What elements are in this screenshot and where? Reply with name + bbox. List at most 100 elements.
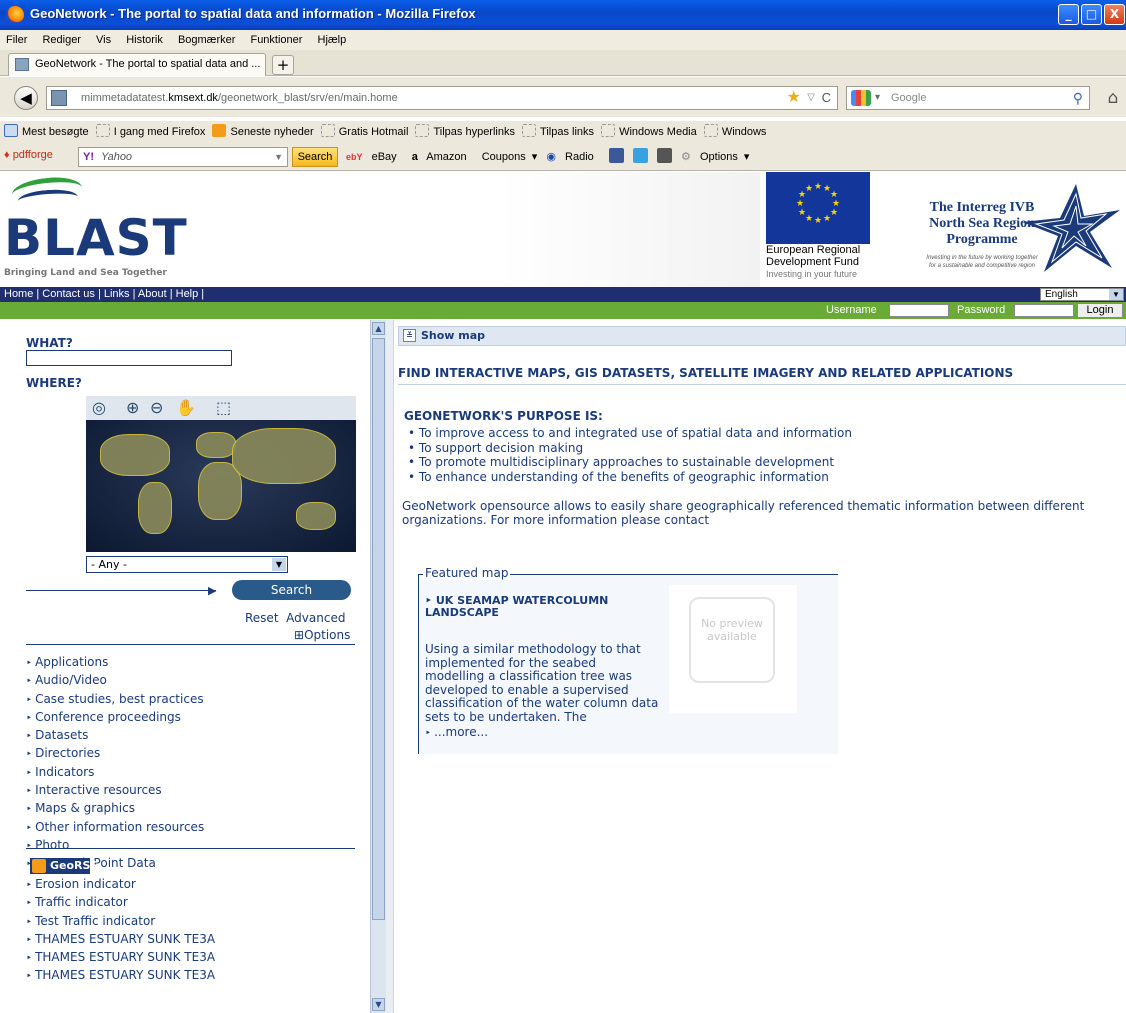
- list-item[interactable]: Traffic indicator: [26, 894, 215, 912]
- bookmark-item[interactable]: Mest besøgte: [4, 121, 89, 143]
- more-link[interactable]: ...more...: [425, 725, 488, 739]
- scroll-up-icon[interactable]: ▲: [372, 322, 385, 335]
- select-box-icon[interactable]: ⬚: [216, 398, 231, 417]
- list-item[interactable]: Audio/Video: [26, 672, 204, 690]
- ebay-icon: ebY: [346, 152, 363, 162]
- show-map-toggle[interactable]: ≚ Show map: [398, 326, 1126, 346]
- list-item[interactable]: Directories: [26, 745, 204, 763]
- tab-geonetwork[interactable]: GeoNetwork - The portal to spatial data …: [8, 53, 266, 76]
- bookmark-item[interactable]: Windows Media: [601, 121, 697, 143]
- minimize-button[interactable]: _: [1058, 4, 1079, 25]
- username-input[interactable]: [889, 304, 949, 317]
- bookmark-item[interactable]: Seneste nyheder: [212, 121, 314, 143]
- back-button[interactable]: ◀: [14, 86, 38, 110]
- search-icon[interactable]: ⚲: [1073, 87, 1083, 109]
- bookmark-item[interactable]: I gang med Firefox: [95, 121, 205, 143]
- url-domain: kmsext.dk: [168, 92, 218, 104]
- world-map[interactable]: [86, 420, 356, 552]
- list-item[interactable]: Photo: [26, 837, 204, 855]
- region-select[interactable]: - Any - ▼: [86, 556, 288, 573]
- chevron-down-icon[interactable]: ▼: [1109, 289, 1123, 300]
- google-plus-icon[interactable]: [656, 148, 672, 163]
- region-select-value: - Any -: [91, 558, 127, 571]
- list-item[interactable]: Erosion indicator: [26, 876, 215, 894]
- what-search-input[interactable]: [26, 350, 232, 366]
- menu-bogmaerker[interactable]: Bogmærker: [178, 30, 235, 50]
- eu-stars-icon: ★ ★★ ★★★ ★★★ ★★★: [796, 182, 840, 226]
- bookmark-star-icon[interactable]: ★: [787, 87, 801, 109]
- password-input[interactable]: [1014, 304, 1074, 317]
- radio-button[interactable]: ◉ Radio: [546, 151, 599, 163]
- site-nav-links[interactable]: Home | Contact us | Links | About | Help…: [4, 288, 204, 300]
- zoom-in-icon[interactable]: ⊕: [126, 398, 139, 417]
- maximize-button[interactable]: □: [1081, 4, 1102, 25]
- list-item[interactable]: Interactive resources: [26, 782, 204, 800]
- login-button[interactable]: Login: [1077, 303, 1123, 318]
- ebay-button[interactable]: ebY eBay: [346, 151, 403, 163]
- engine-dropdown-icon[interactable]: ▾: [875, 87, 880, 109]
- facebook-icon[interactable]: [608, 148, 624, 163]
- reload-icon[interactable]: C: [822, 87, 831, 109]
- bookmark-item[interactable]: Tilpas links: [522, 121, 594, 143]
- blast-logo[interactable]: BLAST: [4, 212, 188, 264]
- search-button[interactable]: Search: [232, 580, 351, 600]
- menu-historik[interactable]: Historik: [126, 30, 163, 50]
- list-item[interactable]: Indicators: [26, 764, 204, 782]
- language-select[interactable]: English ▼: [1040, 288, 1124, 301]
- bookmark-item[interactable]: Windows: [703, 121, 767, 143]
- rss-icon: [212, 124, 227, 137]
- yahoo-search-input[interactable]: Y! Yahoo ▼: [78, 147, 288, 167]
- menu-filer[interactable]: Filer: [6, 30, 27, 50]
- pdfforge-logo[interactable]: ♦ pdfforge: [4, 149, 53, 161]
- amazon-button[interactable]: a Amazon: [412, 151, 473, 163]
- list-item[interactable]: Case studies, best practices: [26, 691, 204, 709]
- list-item[interactable]: Other information resources: [26, 819, 204, 837]
- options-toggle[interactable]: ⊞Options: [294, 628, 350, 642]
- list-item[interactable]: THAMES ESTUARY SUNK TE3A: [26, 931, 215, 949]
- list-item[interactable]: Applications: [26, 654, 204, 672]
- scroll-thumb[interactable]: [372, 338, 385, 920]
- bookmark-item[interactable]: Tilpas hyperlinks: [415, 121, 515, 143]
- list-item[interactable]: Datasets: [26, 727, 204, 745]
- zoom-extent-icon[interactable]: ◎: [92, 398, 106, 417]
- zoom-out-icon[interactable]: ⊖: [150, 398, 163, 417]
- options-button[interactable]: ⚙ Options ▾: [681, 151, 749, 163]
- list-item[interactable]: Maps & graphics: [26, 800, 204, 818]
- reset-link[interactable]: Reset: [245, 611, 279, 625]
- coupons-button[interactable]: Coupons ▾: [482, 151, 538, 163]
- scroll-down-icon[interactable]: ▼: [372, 998, 385, 1011]
- menu-rediger[interactable]: Rediger: [42, 30, 81, 50]
- list-item[interactable]: Conference proceedings: [26, 709, 204, 727]
- featured-map-preview[interactable]: No preview available: [669, 585, 797, 713]
- list-item[interactable]: THAMES ESTUARY SUNK TE3A: [26, 949, 215, 967]
- featured-map-title[interactable]: UK SEAMAP WATERCOLUMN LANDSCAPE: [425, 595, 655, 619]
- yahoo-search-button[interactable]: Search: [292, 147, 338, 167]
- chevron-down-icon[interactable]: ▼: [272, 558, 286, 571]
- chevron-down-icon[interactable]: ▼: [274, 148, 283, 166]
- list-item[interactable]: THAMES ESTUARY SUNK TE3A: [26, 967, 215, 985]
- menu-bar: Filer Rediger Vis Historik Bogmærker Fun…: [0, 30, 1126, 50]
- menu-vis[interactable]: Vis: [96, 30, 111, 50]
- page-icon: [703, 124, 718, 137]
- web-search-input[interactable]: ▾ Google ⚲: [846, 86, 1090, 110]
- menu-hjaelp[interactable]: Hjælp: [318, 30, 347, 50]
- advanced-link[interactable]: Advanced: [286, 611, 345, 625]
- close-button[interactable]: X: [1104, 4, 1125, 25]
- url-dropdown-icon[interactable]: ▽: [807, 87, 815, 109]
- menu-funktioner[interactable]: Funktioner: [250, 30, 302, 50]
- left-panel-scrollbar[interactable]: ▲ ▼: [370, 320, 386, 1013]
- new-tab-button[interactable]: +: [272, 55, 294, 75]
- site-identity-icon[interactable]: [51, 90, 67, 106]
- georss-badge[interactable]: GeoRSS: [30, 858, 98, 874]
- twitter-icon[interactable]: [632, 148, 648, 163]
- url-bar[interactable]: mimmetadatatest.kmsext.dk/geonetwork_bla…: [46, 86, 838, 110]
- yahoo-icon: Y!: [83, 151, 94, 163]
- google-icon[interactable]: [851, 90, 871, 106]
- list-item[interactable]: Test Traffic indicator: [26, 913, 215, 931]
- bookmark-label: Windows: [721, 126, 767, 138]
- bookmark-item[interactable]: Gratis Hotmail: [320, 121, 408, 143]
- panel-splitter[interactable]: [386, 320, 394, 1013]
- pan-hand-icon[interactable]: ✋: [176, 398, 196, 417]
- asia-shape: [232, 428, 336, 484]
- home-icon[interactable]: ⌂: [1100, 87, 1126, 109]
